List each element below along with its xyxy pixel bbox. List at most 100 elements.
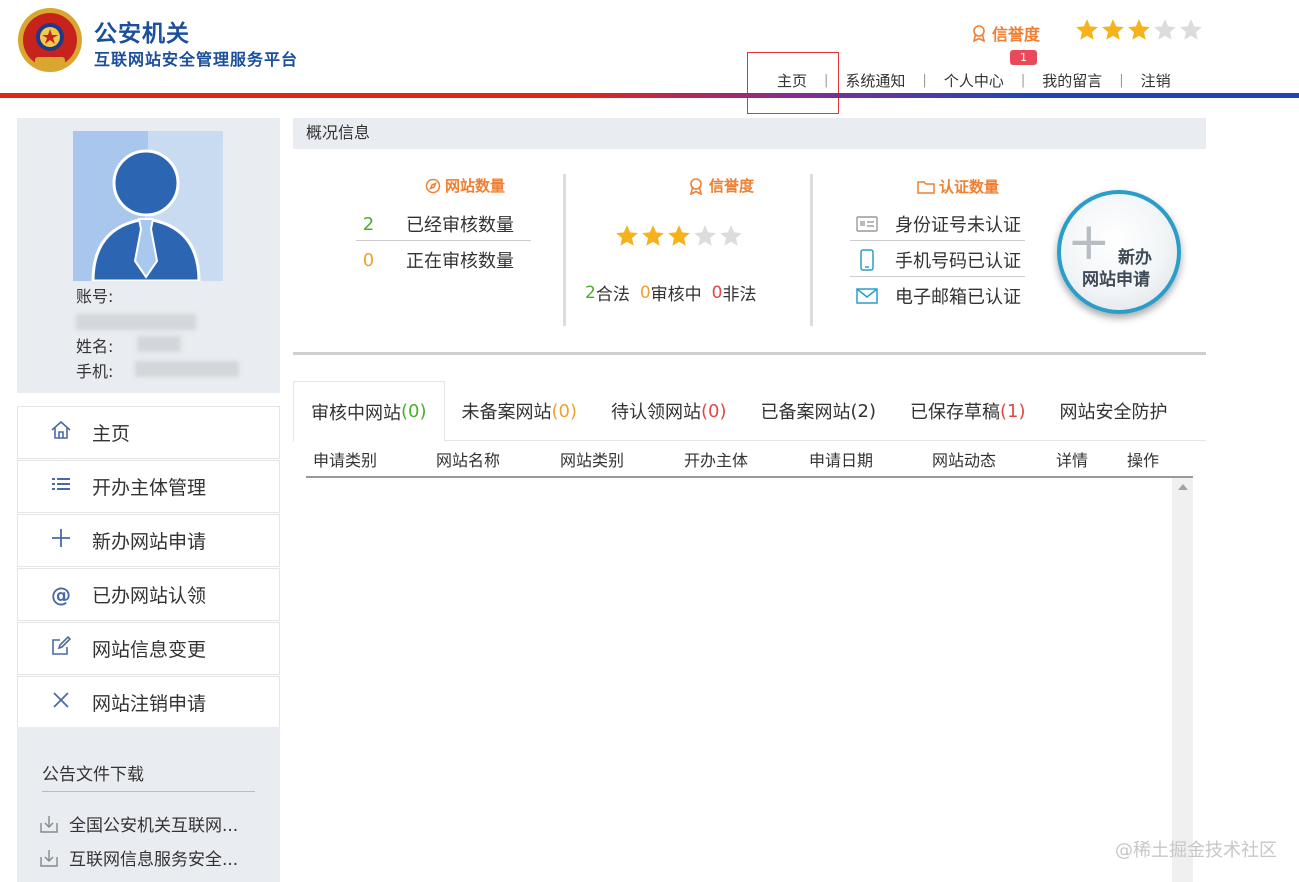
menu-item-change-site-info[interactable]: 网站信息变更 xyxy=(17,622,280,675)
overview-header: 概况信息 xyxy=(293,118,1206,149)
approved-count: 2 xyxy=(362,213,375,235)
phone-icon xyxy=(856,249,878,271)
at-icon: @ xyxy=(51,582,71,607)
pending-count: 0 xyxy=(362,249,375,271)
mail-icon xyxy=(856,288,878,304)
nav-personal-center[interactable]: 个人中心 xyxy=(927,70,1021,91)
credit-title: 信誉度 xyxy=(687,175,754,196)
tab-label: 已备案网站 xyxy=(760,402,851,423)
credit-title-text: 信誉度 xyxy=(709,177,755,195)
tab-filed[interactable]: 已备案网站 (2) xyxy=(744,381,894,441)
notification-badge: 1 xyxy=(1010,50,1037,65)
tab-to-claim[interactable]: 待认领网站 (0) xyxy=(594,381,744,441)
tab-label: 审核中网站 xyxy=(311,402,401,424)
star-filled-icon xyxy=(1076,19,1098,40)
menu-item-label: 已办网站认领 xyxy=(92,585,207,607)
auth-title: 认证数量 xyxy=(917,176,999,197)
tab-count: (2) xyxy=(850,400,877,422)
star-empty-icon xyxy=(1154,19,1176,40)
tab-count: (0) xyxy=(701,400,727,422)
menu-item-label: 网站信息变更 xyxy=(92,639,207,661)
tab-label: 未备案网站 xyxy=(461,402,552,423)
approved-count-label: 已经审核数量 xyxy=(406,215,514,236)
home-icon xyxy=(48,419,74,446)
auth-phone-row: 手机号码已认证 xyxy=(856,247,1021,273)
site-tabs: 审核中网站 (0) 未备案网站 (0) 待认领网站 (0) 已备案网站 (2) 已保存草… xyxy=(293,381,1206,442)
new-site-application-button[interactable]: + 新办 网站申请 xyxy=(1057,190,1181,314)
new-button-line2: 网站申请 xyxy=(1082,270,1150,290)
overview-divider xyxy=(293,352,1206,355)
star-filled-icon xyxy=(1102,19,1124,40)
nav-logout[interactable]: 注销 xyxy=(1124,70,1188,91)
close-icon xyxy=(48,689,74,716)
police-emblem-logo xyxy=(17,7,83,75)
pending-count-row: 0 正在审核数量 xyxy=(356,247,514,273)
column-header: 网站动态 xyxy=(932,450,997,470)
illegal-count: 0 xyxy=(711,282,723,303)
menu-item-claim-site[interactable]: @ 已办网站认领 xyxy=(17,568,280,621)
notice-downloads: 公告文件下载 全国公安机关互联网... 互联网信息服务安全... xyxy=(17,727,280,882)
account-value-redacted xyxy=(76,311,196,330)
menu-item-cancel-site[interactable]: 网站注销申请 xyxy=(17,676,280,729)
edit-icon xyxy=(48,635,74,662)
notice-title: 公告文件下载 xyxy=(42,765,144,785)
name-value-redacted xyxy=(137,333,181,352)
column-header: 申请类别 xyxy=(313,450,378,470)
scroll-up-arrow[interactable] xyxy=(1178,484,1188,490)
auth-email-row: 电子邮箱已认证 xyxy=(856,283,1021,309)
nav-notifications[interactable]: 系统通知 xyxy=(828,70,922,91)
menu-item-label: 新办网站申请 xyxy=(92,531,207,553)
tab-label: 已保存草稿 xyxy=(910,402,1000,423)
stat-separator xyxy=(563,174,566,326)
header-credit-stars xyxy=(1074,17,1204,43)
award-icon xyxy=(689,177,703,195)
auth-id-card-label: 身份证号未认证 xyxy=(895,215,1021,236)
tab-count: (0) xyxy=(401,401,427,422)
site-count-title-text: 网站数量 xyxy=(445,177,506,195)
download-icon xyxy=(40,849,58,867)
watermark: @稀土掘金技术社区 xyxy=(1115,840,1277,861)
notice-doc-1[interactable]: 全国公安机关互联网... xyxy=(39,811,238,836)
auth-title-text: 认证数量 xyxy=(939,178,1000,196)
tab-drafts[interactable]: 已保存草稿 (1) xyxy=(893,381,1043,441)
notice-doc-2[interactable]: 互联网信息服务安全... xyxy=(39,845,238,870)
menu-item-home[interactable]: 主页 xyxy=(17,406,280,459)
auth-divider xyxy=(850,276,1025,277)
illegal-label: 非法 xyxy=(722,285,757,305)
column-header: 网站类别 xyxy=(560,450,625,470)
nav-my-messages[interactable]: 我的留言 xyxy=(1025,70,1119,91)
auth-phone-label: 手机号码已认证 xyxy=(895,251,1021,272)
plus-icon xyxy=(48,527,74,554)
site-count-title: 网站数量 xyxy=(425,175,505,196)
notice-doc-label: 互联网信息服务安全... xyxy=(69,850,239,870)
notice-divider xyxy=(42,791,255,792)
tab-count: (1) xyxy=(1000,400,1026,422)
table-scrollbar[interactable] xyxy=(1172,478,1193,882)
star-filled-icon xyxy=(642,225,664,246)
notice-doc-label: 全国公安机关互联网... xyxy=(69,816,239,836)
credit-summary: 2 合法 0 审核中 0 非法 xyxy=(585,280,757,306)
star-empty-icon xyxy=(1180,19,1202,40)
side-menu: 主页 开办主体管理 新办网站申请 @ 已办网站认领 网站信息变更 网站注销申请 xyxy=(17,406,280,730)
tab-label: 网站安全防护 xyxy=(1059,402,1168,423)
tab-unfiled[interactable]: 未备案网站 (0) xyxy=(445,381,595,441)
star-filled-icon xyxy=(616,225,638,246)
header-credit-label: 信誉度 xyxy=(992,25,1041,44)
tab-security-protection[interactable]: 网站安全防护 xyxy=(1043,381,1185,441)
plus-icon: + xyxy=(1067,212,1111,272)
brand-title: 公安机关 xyxy=(94,21,190,47)
column-header: 详情 xyxy=(1056,450,1089,470)
compass-icon xyxy=(425,178,441,193)
menu-item-entity-management[interactable]: 开办主体管理 xyxy=(17,460,280,513)
brand-subtitle: 互联网站安全管理服务平台 xyxy=(94,50,299,69)
phone-value-redacted xyxy=(135,358,239,377)
header-credit: 信誉度 xyxy=(970,21,1040,45)
nav-home[interactable]: 主页 xyxy=(760,70,824,91)
menu-item-new-site[interactable]: 新办网站申请 xyxy=(17,514,280,567)
profile-card: 账号: 姓名: 手机: xyxy=(17,118,280,393)
star-empty-icon xyxy=(694,225,716,246)
column-header: 开办主体 xyxy=(684,450,749,470)
column-header: 操作 xyxy=(1127,450,1160,470)
tab-reviewing[interactable]: 审核中网站 (0) xyxy=(293,381,445,442)
pending-count-label: 正在审核数量 xyxy=(406,251,514,272)
